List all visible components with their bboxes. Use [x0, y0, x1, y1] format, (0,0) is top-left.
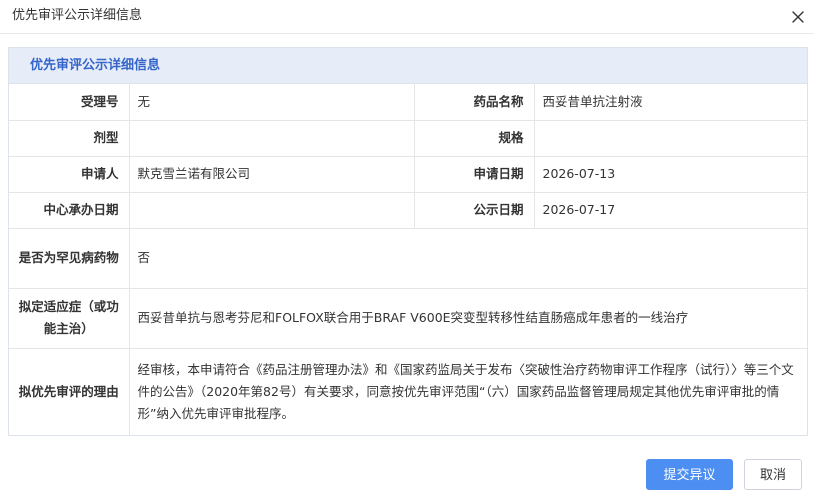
table-row: 剂型 规格: [9, 119, 807, 157]
reason-label: 拟优先审评的理由: [9, 347, 130, 435]
table-row: 是否为罕见病药物 否: [9, 227, 807, 289]
indication-value: 西妥昔单抗与恩考芬尼和FOLFOX联合用于BRAF V600E突变型转移性结直肠…: [128, 287, 807, 349]
acceptance-no-label: 受理号: [9, 84, 130, 121]
table-row: 拟定适应症（或功能主治） 西妥昔单抗与恩考芬尼和FOLFOX联合用于BRAF V…: [9, 287, 807, 349]
specification-label: 规格: [413, 119, 535, 157]
center-date-label: 中心承办日期: [9, 191, 130, 229]
cancel-button[interactable]: 取消: [744, 459, 802, 490]
header-divider: [0, 33, 814, 34]
drug-name-label: 药品名称: [413, 84, 535, 121]
submit-objection-button[interactable]: 提交异议: [646, 459, 733, 490]
application-date-label: 申请日期: [413, 155, 535, 193]
specification-value: [533, 119, 807, 157]
acceptance-no-value: 无: [128, 84, 415, 121]
table-row: 受理号 无 药品名称 西妥昔单抗注射液: [9, 84, 807, 121]
application-date-value: 2026-07-13: [533, 155, 807, 193]
drug-name-value: 西妥昔单抗注射液: [533, 84, 807, 121]
publicity-date-value: 2026-07-17: [533, 191, 807, 229]
applicant-value: 默克雪兰诺有限公司: [128, 155, 415, 193]
dosage-form-label: 剂型: [9, 119, 130, 157]
rare-disease-label: 是否为罕见病药物: [9, 227, 130, 289]
close-icon[interactable]: [789, 8, 807, 26]
table-row: 中心承办日期 公示日期 2026-07-17: [9, 191, 807, 229]
table-row: 拟优先审评的理由 经审核，本申请符合《药品注册管理办法》和《国家药监局关于发布〈…: [9, 347, 807, 435]
publicity-date-label: 公示日期: [413, 191, 535, 229]
applicant-label: 申请人: [9, 155, 130, 193]
table-row: 申请人 默克雪兰诺有限公司 申请日期 2026-07-13: [9, 155, 807, 193]
detail-table: 受理号 无 药品名称 西妥昔单抗注射液 剂型 规格 申请人 默克雪兰诺有限公司 …: [9, 84, 807, 435]
section-header: 优先审评公示详细信息: [9, 48, 807, 84]
section-title: 优先审评公示详细信息: [30, 58, 161, 73]
dialog-header: 优先审评公示详细信息: [0, 0, 814, 33]
dialog-title: 优先审评公示详细信息: [12, 8, 143, 23]
detail-panel: 优先审评公示详细信息 受理号 无 药品名称 西妥昔单抗注射液 剂型 规格 申请人…: [8, 47, 808, 436]
rare-disease-value: 否: [128, 227, 807, 289]
center-date-value: [128, 191, 415, 229]
dosage-form-value: [128, 119, 415, 157]
indication-label: 拟定适应症（或功能主治）: [9, 287, 130, 349]
reason-value: 经审核，本申请符合《药品注册管理办法》和《国家药监局关于发布〈突破性治疗药物审评…: [128, 347, 807, 435]
